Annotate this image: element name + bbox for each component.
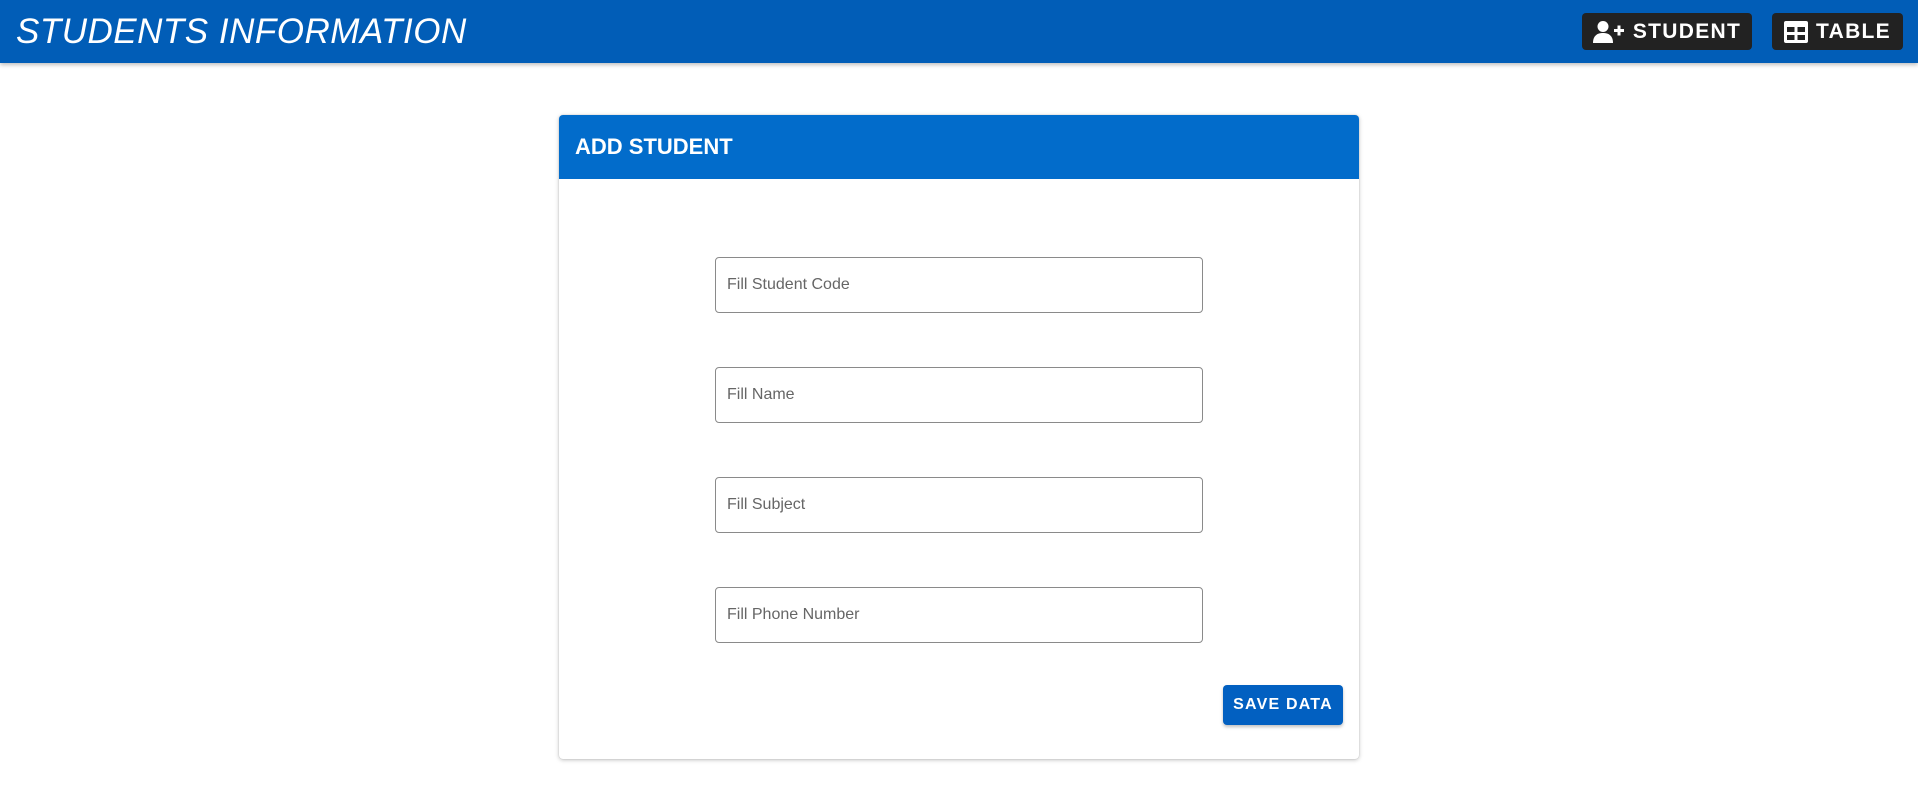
phone-number-field <box>715 587 1203 643</box>
subject-field <box>715 477 1203 533</box>
card-title: ADD STUDENT <box>575 134 733 159</box>
name-field <box>715 367 1203 423</box>
add-student-card: ADD STUDENT SAVE DATA <box>559 115 1359 759</box>
app-bar: STUDENTS INFORMATION STUDENT TABLE <box>0 0 1918 63</box>
table-label: TABLE <box>1816 19 1891 43</box>
student-code-field <box>715 257 1203 313</box>
phone-number-input[interactable] <box>716 588 1202 642</box>
card-header: ADD STUDENT <box>559 115 1359 179</box>
save-data-button[interactable]: SAVE DATA <box>1223 685 1343 725</box>
person-add-icon <box>1592 20 1625 44</box>
app-title: STUDENTS INFORMATION <box>16 12 467 51</box>
add-student-button[interactable]: STUDENT <box>1582 13 1752 50</box>
table-icon <box>1784 20 1809 43</box>
add-student-label: STUDENT <box>1632 19 1742 43</box>
table-button[interactable]: TABLE <box>1772 13 1903 50</box>
name-input[interactable] <box>716 368 1202 422</box>
student-code-input[interactable] <box>716 258 1202 312</box>
subject-input[interactable] <box>716 478 1202 532</box>
